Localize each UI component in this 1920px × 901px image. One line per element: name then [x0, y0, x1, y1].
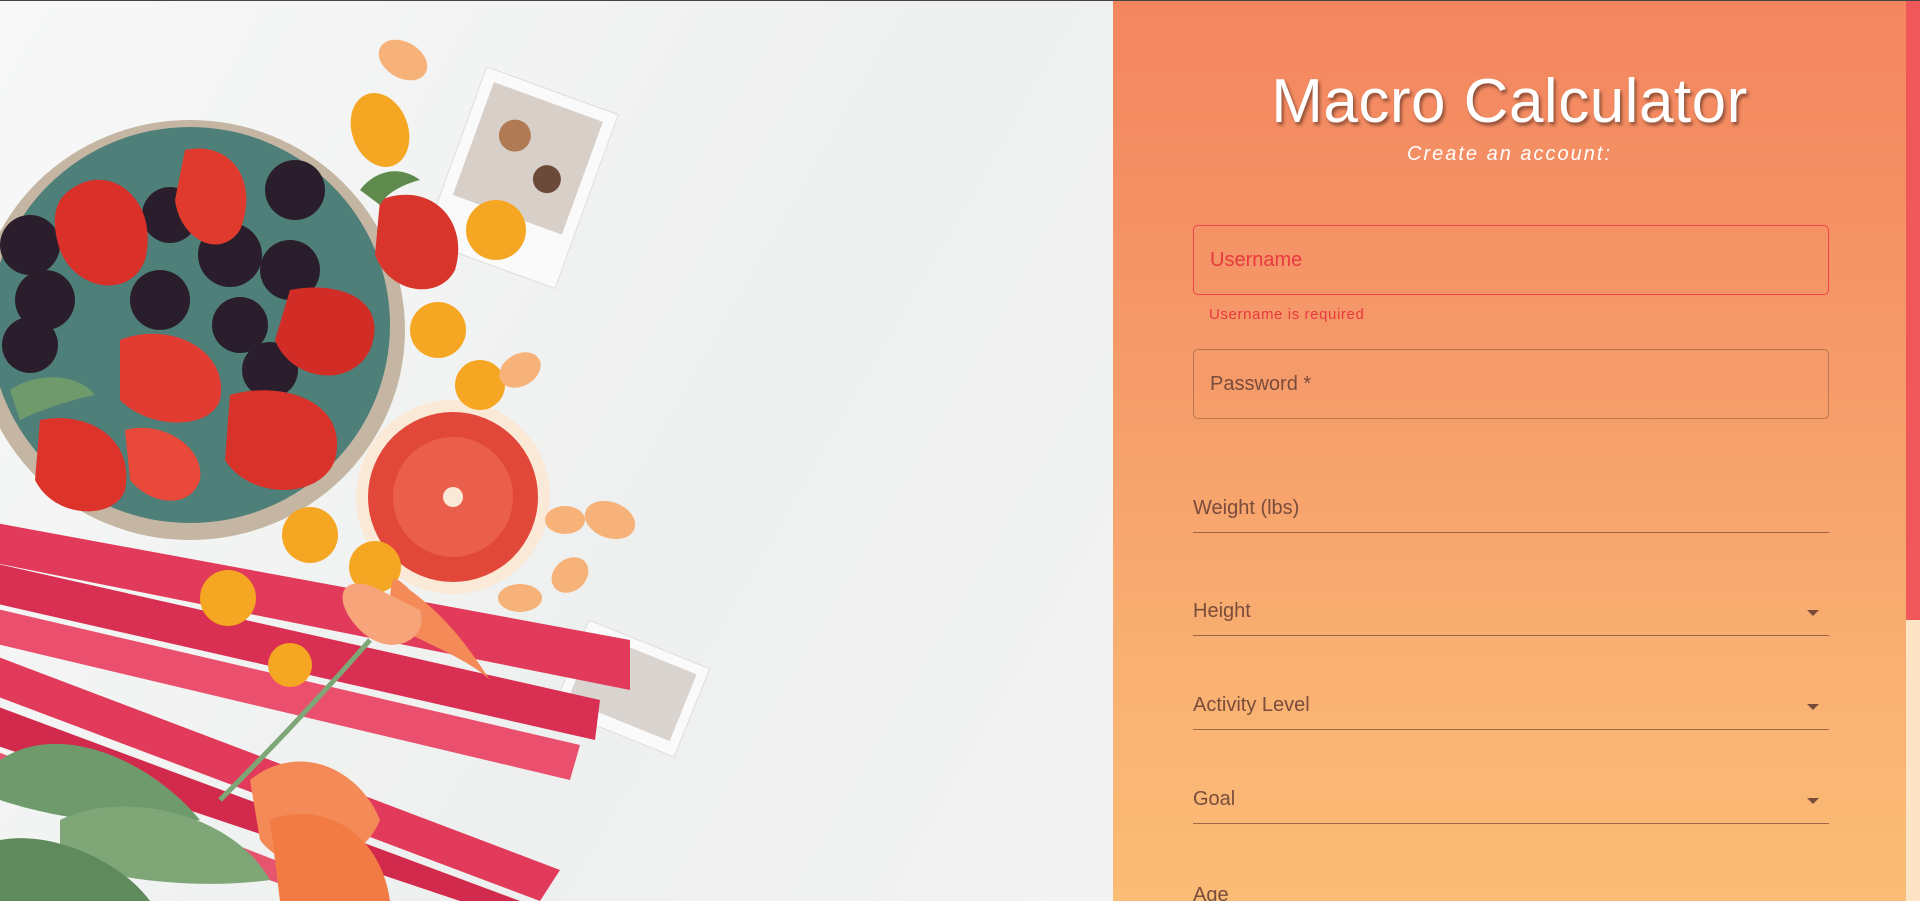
weight-input[interactable]: Weight (lbs): [1193, 489, 1829, 533]
activity-level-label: Activity Level: [1193, 694, 1310, 716]
chevron-down-icon: [1807, 704, 1819, 710]
page-scrollbar[interactable]: [1906, 0, 1920, 901]
password-label: Password *: [1210, 373, 1312, 395]
signup-panel: Macro Calculator Create an account: User…: [1113, 0, 1906, 901]
activity-level-select[interactable]: Activity Level: [1193, 686, 1829, 730]
scrollbar-thumb[interactable]: [1906, 0, 1920, 620]
username-field[interactable]: Username: [1193, 225, 1829, 295]
page-title: Macro Calculator: [1271, 67, 1748, 136]
page-subtitle: Create an account:: [1407, 143, 1612, 165]
chevron-down-icon: [1807, 610, 1819, 616]
height-label: Height: [1193, 600, 1251, 622]
age-input[interactable]: Age: [1193, 876, 1829, 901]
username-label: Username: [1210, 249, 1303, 271]
goal-label: Goal: [1193, 788, 1236, 810]
fruit-illustration: [0, 39, 711, 901]
username-error-text: Username is required: [1209, 306, 1365, 323]
age-label: Age: [1193, 884, 1229, 901]
hero-image: [0, 0, 1113, 901]
height-select[interactable]: Height: [1193, 592, 1829, 636]
password-field[interactable]: Password *: [1193, 349, 1829, 419]
goal-select[interactable]: Goal: [1193, 780, 1829, 824]
window-top-border: [0, 0, 1920, 1]
weight-label: Weight (lbs): [1193, 497, 1300, 519]
chevron-down-icon: [1807, 798, 1819, 804]
